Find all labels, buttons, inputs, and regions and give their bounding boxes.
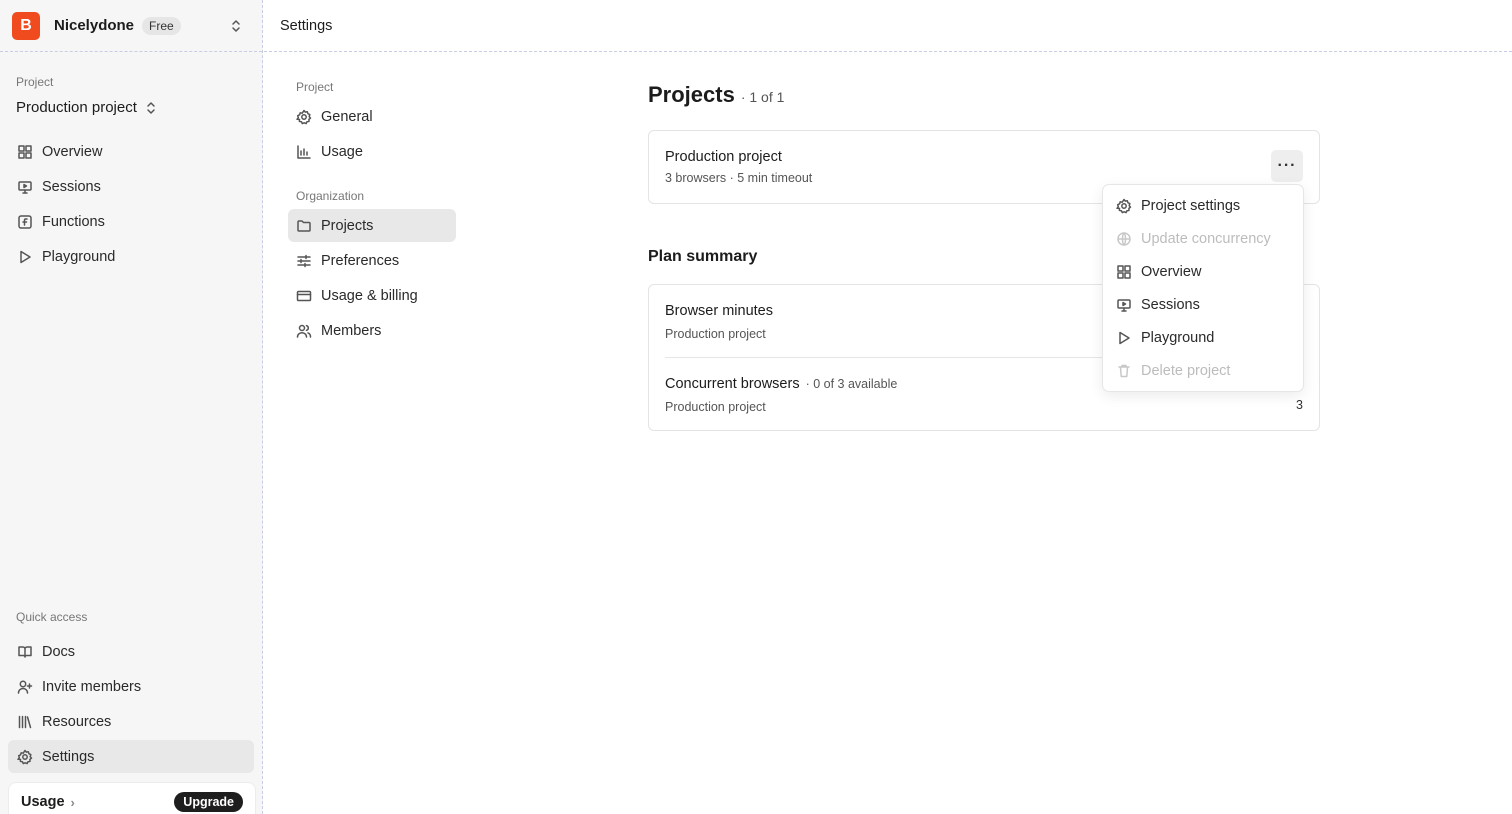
projects-title: Projects — [648, 82, 735, 107]
topbar: Settings — [264, 0, 1512, 52]
user-plus-icon — [17, 679, 33, 695]
menu-item-label: Project settings — [1141, 197, 1241, 214]
monitor-icon — [17, 179, 33, 195]
project-nav: Overview Sessions Functions Playground — [0, 135, 262, 273]
plan-badge: Free — [142, 16, 181, 35]
sidebar-item-label: Docs — [42, 643, 76, 660]
sidebar-item-label: Sessions — [42, 178, 101, 195]
settings-project-nav: General Usage — [288, 100, 456, 168]
grid-icon — [17, 144, 33, 160]
gear-icon — [1116, 198, 1132, 214]
project-name: Production project — [665, 149, 782, 165]
credit-card-icon — [296, 288, 312, 304]
sidebar-item-overview[interactable]: Overview — [8, 135, 254, 168]
org-name: Nicelydone — [54, 17, 135, 34]
menu-item-overview[interactable]: Overview — [1103, 255, 1303, 288]
play-icon — [1116, 330, 1132, 346]
menu-item-label: Playground — [1141, 329, 1215, 346]
gear-icon — [17, 749, 33, 765]
project-selector[interactable]: Production project — [0, 99, 262, 116]
gear-icon — [296, 109, 312, 125]
settings-item-usage[interactable]: Usage — [288, 135, 456, 168]
more-options-button[interactable]: ··· — [1271, 150, 1303, 182]
sidebar-item-label: Settings — [42, 748, 95, 765]
menu-item-playground[interactable]: Playground — [1103, 321, 1303, 354]
menu-item-sessions[interactable]: Sessions — [1103, 288, 1303, 321]
globe-icon — [1116, 231, 1132, 247]
play-icon — [17, 249, 33, 265]
sidebar-item-sessions[interactable]: Sessions — [8, 170, 254, 203]
brand-logo: B — [12, 11, 40, 40]
plan-row-title-text: Concurrent browsers — [665, 376, 800, 392]
settings-item-label: Preferences — [321, 252, 400, 269]
org-switcher[interactable]: B Nicelydone Free — [0, 0, 262, 52]
sidebar-item-resources[interactable]: Resources — [8, 705, 254, 738]
settings-item-label: Usage & billing — [321, 287, 418, 304]
project-selector-label: Production project — [16, 99, 137, 116]
settings-item-label: General — [321, 108, 373, 125]
folder-icon — [296, 218, 312, 234]
settings-item-label: Usage — [321, 143, 363, 160]
bar-chart-icon — [296, 144, 312, 160]
settings-nav: Project General Usage Organization Proje… — [288, 80, 456, 349]
book-icon — [17, 644, 33, 660]
sidebar-item-settings[interactable]: Settings — [8, 740, 254, 773]
settings-org-nav: Projects Preferences Usage & billing Mem… — [288, 209, 456, 347]
menu-item-label: Update concurrency — [1141, 230, 1271, 247]
settings-org-label: Organization — [296, 189, 365, 203]
sidebar-item-label: Playground — [42, 248, 116, 265]
menu-item-delete-project: Delete project — [1103, 354, 1303, 387]
plan-row-meta: · 0 of 3 available — [805, 377, 898, 391]
sidebar-item-label: Invite members — [42, 678, 142, 695]
page-title: Projects · 1 of 1 — [648, 82, 1320, 108]
quick-access-label: Quick access — [16, 610, 88, 624]
project-details: 3 browsers · 5 min timeout — [665, 171, 813, 185]
settings-item-general[interactable]: General — [288, 100, 456, 133]
monitor-icon — [1116, 297, 1132, 313]
sidebar-item-docs[interactable]: Docs — [8, 635, 254, 668]
settings-item-label: Members — [321, 322, 382, 339]
menu-item-project-settings[interactable]: Project settings — [1103, 189, 1303, 222]
quick-access-nav: Docs Invite members Resources Settings — [0, 635, 262, 773]
sidebar-item-playground[interactable]: Playground — [8, 240, 254, 273]
page-heading: Settings — [280, 17, 333, 34]
library-icon — [17, 714, 33, 730]
settings-item-preferences[interactable]: Preferences — [288, 244, 456, 277]
menu-item-label: Sessions — [1141, 296, 1200, 313]
plan-row-project: Production project — [665, 400, 766, 414]
settings-item-projects[interactable]: Projects — [288, 209, 456, 242]
project-actions-menu: Project settings Update concurrency Over… — [1102, 184, 1304, 392]
settings-project-label: Project — [296, 80, 334, 94]
grid-icon — [1116, 264, 1132, 280]
plan-row-value: 3 — [1296, 398, 1303, 412]
sidebar-item-label: Functions — [42, 213, 105, 230]
plan-row-title-text: Browser minutes — [665, 303, 773, 319]
trash-icon — [1116, 363, 1132, 379]
settings-item-members[interactable]: Members — [288, 314, 456, 347]
sliders-icon — [296, 253, 312, 269]
users-icon — [296, 323, 312, 339]
upgrade-button[interactable]: Upgrade — [174, 792, 243, 812]
projects-count: · 1 of 1 — [740, 89, 785, 105]
project-section-label: Project — [16, 75, 54, 89]
menu-item-label: Overview — [1141, 263, 1202, 280]
sidebar-item-invite-members[interactable]: Invite members — [8, 670, 254, 703]
sidebar: B Nicelydone Free Project Production pro… — [0, 0, 263, 814]
function-icon — [17, 214, 33, 230]
sidebar-item-functions[interactable]: Functions — [8, 205, 254, 238]
settings-item-usage-billing[interactable]: Usage & billing — [288, 279, 456, 312]
chevron-up-down-icon — [143, 100, 159, 116]
chevron-up-down-icon[interactable] — [228, 18, 244, 34]
sidebar-item-label: Overview — [42, 143, 103, 160]
menu-item-label: Delete project — [1141, 362, 1231, 379]
menu-item-update-concurrency: Update concurrency — [1103, 222, 1303, 255]
sidebar-item-label: Resources — [42, 713, 112, 730]
settings-item-label: Projects — [321, 217, 374, 234]
usage-card[interactable]: Usage › Upgrade — [8, 782, 256, 814]
usage-label: Usage — [21, 794, 65, 810]
chevron-right-icon: › — [70, 794, 75, 810]
